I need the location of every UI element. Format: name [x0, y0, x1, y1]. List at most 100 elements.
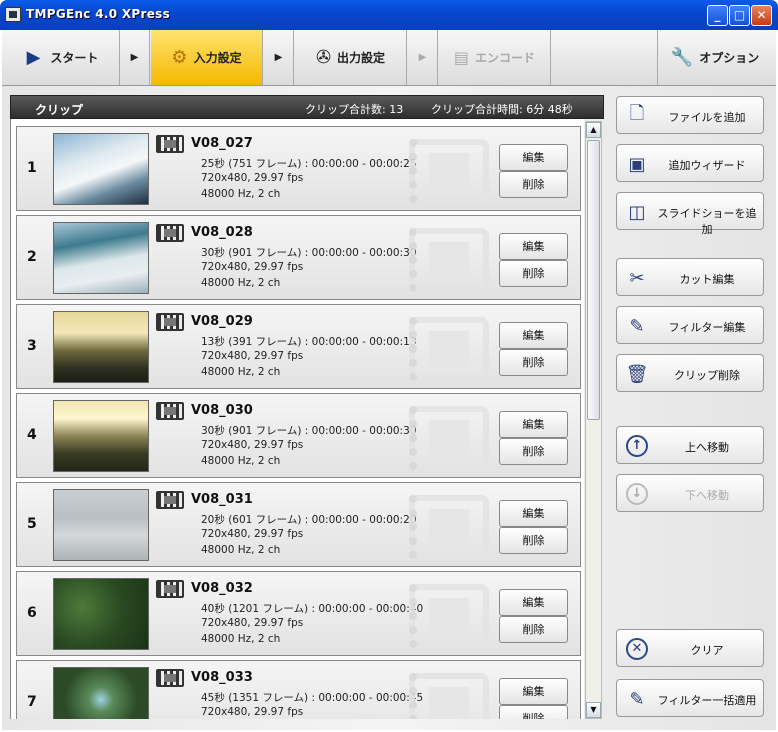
clip-duration: 30秒 (901 フレーム) : 00:00:00 - 00:00:30 — [201, 247, 417, 259]
close-button[interactable]: ✕ — [751, 5, 772, 26]
filter-batch-label: フィルター一括適用 — [657, 694, 757, 707]
delete-button[interactable]: 削除 — [499, 527, 568, 554]
delete-button[interactable]: 削除 — [499, 438, 568, 465]
clip-audio-info: 48000 Hz, 2 ch — [201, 188, 281, 200]
clip-row[interactable]: 1 V08_027 25秒 (751 フレーム) : 00:00:00 - 00… — [16, 126, 581, 211]
clip-header-label: クリップ — [35, 103, 84, 117]
clip-thumbnail[interactable] — [53, 667, 149, 719]
options-button[interactable]: 🔧 オプション — [657, 30, 772, 85]
clear-label: クリア — [690, 644, 724, 657]
clear-button[interactable]: ✕ クリア — [616, 629, 764, 667]
clip-row[interactable]: 6 V08_032 40秒 (1201 フレーム) : 00:00:00 - 0… — [16, 571, 581, 656]
clip-thumbnail[interactable] — [53, 222, 149, 294]
output-settings-button[interactable]: ✇ 出力設定 — [295, 30, 407, 85]
step-arrow-1: ▶ — [120, 30, 150, 85]
clip-number: 7 — [27, 694, 37, 710]
clip-list-scrollbar[interactable]: ▲ ▼ — [585, 121, 602, 719]
clear-x-circle-icon: ✕ — [625, 637, 649, 661]
clip-delete-label: クリップ削除 — [674, 369, 740, 382]
clip-row[interactable]: 5 V08_031 20秒 (601 フレーム) : 00:00:00 - 00… — [16, 482, 581, 567]
delete-button[interactable]: 削除 — [499, 171, 568, 198]
clip-thumbnail[interactable] — [53, 311, 149, 383]
edit-document-icon: ✎ — [629, 315, 645, 337]
clip-delete-button[interactable]: 🗑 クリップ削除 — [616, 354, 764, 392]
clip-video-info: 720x480, 29.97 fps — [201, 350, 304, 362]
edit-button[interactable]: 編集 — [499, 144, 568, 171]
minimize-button[interactable]: _ — [707, 5, 728, 26]
step-arrow-3: ▶ — [408, 30, 438, 85]
move-up-button[interactable]: ↑ 上へ移動 — [616, 426, 764, 464]
cut-edit-button[interactable]: ✂ カット編集 — [616, 258, 764, 296]
clip-list-header: クリップ クリップ合計数: 13 クリップ合計時間: 6分 48秒 — [10, 95, 604, 119]
title-bar: TMPGEnc 4.0 XPress _ □ ✕ — [0, 0, 778, 30]
scroll-up-button[interactable]: ▲ — [586, 122, 601, 138]
add-file-button[interactable]: 🗋 ファイルを追加 — [616, 96, 764, 134]
edit-button[interactable]: 編集 — [499, 589, 568, 616]
add-wizard-button[interactable]: ▣ 追加ウィザード — [616, 144, 764, 182]
clip-thumbnail[interactable] — [53, 578, 149, 650]
clip-duration: 25秒 (751 フレーム) : 00:00:00 - 00:00:25 — [201, 158, 417, 170]
clip-name: V08_029 — [191, 314, 253, 329]
clip-duration: 45秒 (1351 フレーム) : 00:00:00 - 00:00:45 — [201, 692, 424, 704]
clip-number: 5 — [27, 516, 37, 532]
clip-audio-info: 48000 Hz, 2 ch — [201, 633, 281, 645]
encode-label: エンコード — [475, 51, 536, 65]
add-file-label: ファイルを追加 — [668, 111, 746, 124]
clip-count: クリップ合計数: 13 — [305, 103, 404, 116]
clip-row[interactable]: 3 V08_029 13秒 (391 フレーム) : 00:00:00 - 00… — [16, 304, 581, 389]
edit-button[interactable]: 編集 — [499, 500, 568, 527]
film-strip-icon — [156, 580, 184, 598]
clip-duration: 13秒 (391 フレーム) : 00:00:00 - 00:00:13 — [201, 336, 417, 348]
step-arrow-2: ▶ — [264, 30, 294, 85]
move-down-button[interactable]: ↓ 下へ移動 — [616, 474, 764, 512]
add-slideshow-button[interactable]: ◫ スライドショーを追加 — [616, 192, 764, 236]
edit-button[interactable]: 編集 — [499, 322, 568, 349]
scissors-icon: ✂ — [629, 267, 645, 289]
film-watermark-icon — [409, 495, 489, 559]
maximize-button[interactable]: □ — [729, 5, 750, 26]
filter-edit-button[interactable]: ✎ フィルター編集 — [616, 306, 764, 344]
filter-batch-button[interactable]: ✎ フィルター一括適用 — [616, 679, 764, 717]
scroll-down-button[interactable]: ▼ — [586, 702, 601, 718]
delete-button[interactable]: 削除 — [499, 349, 568, 376]
clip-name: V08_032 — [191, 581, 253, 596]
film-watermark-icon — [409, 584, 489, 648]
clip-name: V08_028 — [191, 225, 253, 240]
film-watermark-icon — [409, 673, 489, 719]
clip-list: 1 V08_027 25秒 (751 フレーム) : 00:00:00 - 00… — [10, 119, 584, 719]
options-label: オプション — [699, 51, 760, 65]
move-up-label: 上へ移動 — [685, 441, 729, 454]
encode-button[interactable]: ▤ エンコード — [439, 30, 551, 85]
clip-row[interactable]: 4 V08_030 30秒 (901 フレーム) : 00:00:00 - 00… — [16, 393, 581, 478]
delete-button[interactable]: 削除 — [499, 705, 568, 719]
edit-button[interactable]: 編集 — [499, 678, 568, 705]
trash-icon: 🗑 — [625, 363, 649, 385]
clip-number: 3 — [27, 338, 37, 354]
app-icon — [5, 7, 21, 22]
clip-thumbnail[interactable] — [53, 489, 149, 561]
clip-total-time: クリップ合計時間: 6分 48秒 — [431, 103, 573, 116]
clip-name: V08_030 — [191, 403, 253, 418]
edit-button[interactable]: 編集 — [499, 233, 568, 260]
slideshow-icon: ◫ — [628, 201, 646, 223]
delete-button[interactable]: 削除 — [499, 260, 568, 287]
clip-duration: 40秒 (1201 フレーム) : 00:00:00 - 00:00:40 — [201, 603, 424, 615]
filter-edit-label: フィルター編集 — [668, 321, 746, 334]
start-button[interactable]: ▶ スタート — [6, 30, 120, 85]
clip-row[interactable]: 2 V08_028 30秒 (901 フレーム) : 00:00:00 - 00… — [16, 215, 581, 300]
edit-button[interactable]: 編集 — [499, 411, 568, 438]
arrow-up-circle-icon: ↑ — [625, 434, 649, 458]
clip-name: V08_027 — [191, 136, 253, 151]
clip-video-info: 720x480, 29.97 fps — [201, 261, 304, 273]
clip-thumbnail[interactable] — [53, 400, 149, 472]
clip-thumbnail[interactable] — [53, 133, 149, 205]
clip-video-info: 720x480, 29.97 fps — [201, 172, 304, 184]
scroll-thumb[interactable] — [587, 140, 600, 420]
clip-audio-info: 48000 Hz, 2 ch — [201, 544, 281, 556]
film-reel-icon: ⚙ — [171, 47, 188, 68]
input-settings-button[interactable]: ⚙ 入力設定 — [151, 30, 263, 85]
clip-row[interactable]: 7 V08_033 45秒 (1351 フレーム) : 00:00:00 - 0… — [16, 660, 581, 719]
clip-audio-info: 48000 Hz, 2 ch — [201, 455, 281, 467]
film-icon: ▤ — [453, 48, 470, 67]
delete-button[interactable]: 削除 — [499, 616, 568, 643]
